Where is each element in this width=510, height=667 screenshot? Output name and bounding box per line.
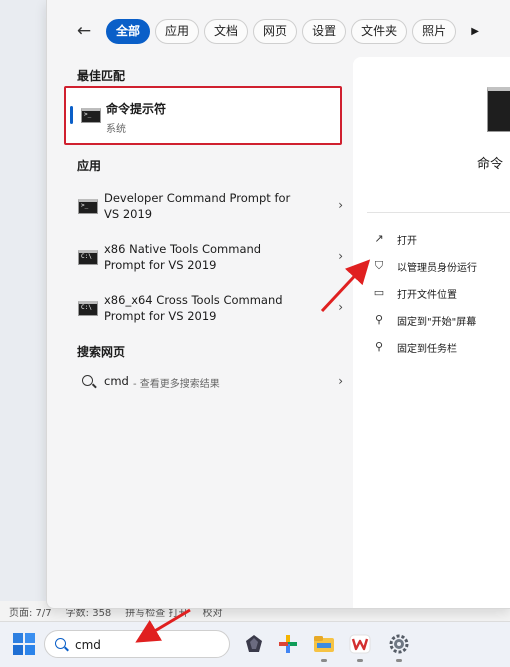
selection-accent	[70, 106, 73, 124]
detail-pane: 命令 ↗ 打开 ⛉ 以管理员身份运行 ▭ 打开文件位置 ⚲ 固定到"开始"屏幕 …	[353, 57, 510, 608]
settings-gear-icon[interactable]	[386, 631, 412, 662]
chevron-right-icon[interactable]: ›	[338, 300, 343, 314]
command-prompt-large-icon	[487, 87, 510, 132]
action-open[interactable]: ↗ 打开	[373, 230, 417, 248]
running-indicator	[321, 659, 327, 662]
detail-app-name: 命令	[477, 157, 504, 172]
action-open-file-location[interactable]: ▭ 打开文件位置	[373, 284, 457, 302]
windows-start-icon[interactable]	[13, 633, 35, 655]
tab-web[interactable]: 网页	[253, 18, 298, 44]
folder-icon: ▭	[373, 286, 385, 299]
action-run-as-admin[interactable]: ⛉ 以管理员身份运行	[373, 257, 477, 275]
action-label: 打开文件位置	[397, 289, 457, 301]
best-match-title: 命令提示符	[106, 102, 167, 116]
web-search-hint: - 查看更多搜索结果	[133, 379, 220, 390]
tab-folders[interactable]: 文件夹	[351, 18, 408, 44]
tab-apps[interactable]: 应用	[155, 18, 200, 44]
chevron-right-icon[interactable]: ›	[338, 198, 343, 212]
running-indicator	[357, 659, 363, 662]
web-search-query: cmd	[104, 374, 129, 388]
tab-documents[interactable]: 文档	[204, 18, 249, 44]
search-icon	[55, 638, 66, 649]
app-item-label: x86_x64 Cross Tools Command Prompt for V…	[104, 293, 283, 323]
back-arrow-icon[interactable]: ←	[73, 20, 95, 42]
detail-divider	[367, 212, 510, 213]
running-indicator	[396, 659, 402, 662]
filter-bar: ← 全部 应用 文档 网页 设置 文件夹 照片 ▶	[73, 18, 485, 44]
wps-icon[interactable]	[347, 631, 373, 662]
app-item-developer-command-prompt[interactable]: >_ Developer Command Prompt for VS 2019 …	[73, 190, 343, 234]
page-count: 页面: 7/7	[9, 607, 52, 619]
taskbar-search-box[interactable]	[44, 630, 230, 658]
best-match-heading: 最佳匹配	[77, 69, 126, 83]
open-external-icon: ↗	[374, 232, 384, 245]
web-search-heading: 搜索网页	[77, 345, 126, 359]
pinwheel-icon[interactable]	[275, 631, 301, 657]
tab-all[interactable]: 全部	[106, 18, 151, 44]
apps-heading: 应用	[77, 159, 102, 173]
taskbar	[0, 621, 510, 667]
action-label: 固定到"开始"屏幕	[397, 316, 477, 328]
command-prompt-icon: C:\	[78, 301, 98, 316]
shield-icon: ⛉	[374, 259, 384, 272]
action-pin-to-start[interactable]: ⚲ 固定到"开始"屏幕	[373, 311, 476, 329]
more-filters-icon[interactable]: ▶	[465, 26, 485, 37]
tab-settings[interactable]: 设置	[302, 18, 347, 44]
chevron-right-icon[interactable]: ›	[338, 374, 343, 388]
command-prompt-icon: >_	[81, 108, 101, 123]
search-icon	[82, 375, 93, 386]
action-label: 打开	[397, 235, 417, 247]
obsidian-icon[interactable]	[241, 631, 267, 657]
app-item-label: Developer Command Prompt for VS 2019	[104, 191, 291, 221]
web-search-item[interactable]: cmd - 查看更多搜索结果 ›	[73, 374, 343, 394]
app-item-label: x86 Native Tools Command Prompt for VS 2…	[104, 242, 262, 272]
action-pin-to-taskbar[interactable]: ⚲ 固定到任务栏	[373, 338, 457, 356]
pin-icon: ⚲	[374, 340, 384, 353]
search-panel: ← 全部 应用 文档 网页 设置 文件夹 照片 ▶ 最佳匹配 >_ 命令提示符 …	[46, 0, 510, 609]
action-label: 固定到任务栏	[397, 343, 457, 355]
tab-photos[interactable]: 照片	[412, 18, 457, 44]
best-match-subtitle: 系统	[106, 124, 126, 135]
command-prompt-icon: >_	[78, 199, 98, 214]
command-prompt-icon: C:\	[78, 250, 98, 265]
pin-icon: ⚲	[374, 313, 384, 326]
action-label: 以管理员身份运行	[397, 262, 477, 274]
best-match-item-cmd[interactable]: >_ 命令提示符 系统	[64, 86, 342, 145]
app-item-x86-x64-cross-tools[interactable]: C:\ x86_x64 Cross Tools Command Prompt f…	[73, 292, 343, 336]
file-explorer-icon[interactable]	[311, 631, 337, 662]
app-item-x86-native-tools[interactable]: C:\ x86 Native Tools Command Prompt for …	[73, 241, 343, 285]
chevron-right-icon[interactable]: ›	[338, 249, 343, 263]
taskbar-search-input[interactable]	[75, 635, 215, 654]
